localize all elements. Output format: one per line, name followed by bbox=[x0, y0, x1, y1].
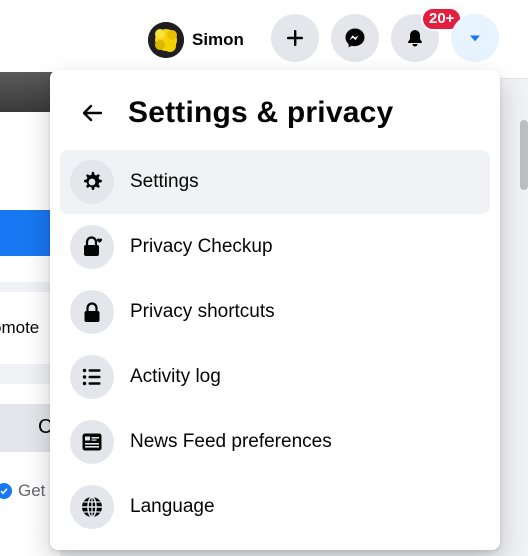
profile-shortcut[interactable]: Simon bbox=[144, 20, 252, 60]
page-scrollbar[interactable] bbox=[520, 120, 528, 190]
create-button[interactable] bbox=[271, 14, 319, 62]
menu-item-news-feed-preferences[interactable]: News Feed preferences bbox=[60, 410, 490, 474]
messenger-button[interactable] bbox=[331, 14, 379, 62]
top-navigation-bar: Simon 20+ bbox=[0, 0, 528, 79]
menu-item-label: News Feed preferences bbox=[130, 431, 332, 452]
menu-item-label: Privacy Checkup bbox=[130, 236, 273, 257]
back-arrow-icon bbox=[82, 104, 103, 122]
menu-item-activity-log[interactable]: Activity log bbox=[60, 345, 490, 409]
menu-header: Settings & privacy bbox=[50, 88, 500, 138]
settings-privacy-menu: Settings & privacy Settings Privacy Chec… bbox=[50, 70, 500, 550]
background-get-link[interactable]: Get bbox=[0, 481, 45, 501]
messenger-icon bbox=[345, 28, 365, 48]
account-menu-button[interactable] bbox=[451, 14, 499, 62]
menu-list: Settings Privacy Checkup Privacy shortcu… bbox=[60, 150, 490, 540]
lock-icon bbox=[70, 290, 114, 334]
plus-icon bbox=[287, 30, 303, 46]
menu-item-label: Settings bbox=[130, 171, 199, 192]
profile-name: Simon bbox=[192, 30, 244, 49]
check-icon bbox=[0, 483, 12, 499]
menu-title: Settings & privacy bbox=[128, 96, 394, 129]
news-feed-icon bbox=[70, 420, 114, 464]
menu-item-label: Activity log bbox=[130, 366, 221, 387]
menu-item-privacy-shortcuts[interactable]: Privacy shortcuts bbox=[60, 280, 490, 344]
back-button[interactable] bbox=[72, 93, 112, 133]
gear-icon bbox=[70, 160, 114, 204]
get-text: Get bbox=[18, 481, 46, 500]
globe-icon bbox=[70, 485, 114, 529]
menu-item-label: Privacy shortcuts bbox=[130, 301, 275, 322]
menu-item-label: Language bbox=[130, 496, 215, 517]
promote-text: omote bbox=[0, 318, 40, 337]
list-icon bbox=[70, 355, 114, 399]
caret-down-icon bbox=[470, 35, 480, 42]
menu-item-language[interactable]: Language bbox=[60, 475, 490, 539]
lock-heart-icon bbox=[70, 225, 114, 269]
bell-icon bbox=[408, 30, 422, 47]
notifications-button[interactable]: 20+ bbox=[391, 7, 463, 62]
menu-item-privacy-checkup[interactable]: Privacy Checkup bbox=[60, 215, 490, 279]
menu-item-settings[interactable]: Settings bbox=[60, 150, 490, 214]
avatar bbox=[148, 22, 184, 58]
